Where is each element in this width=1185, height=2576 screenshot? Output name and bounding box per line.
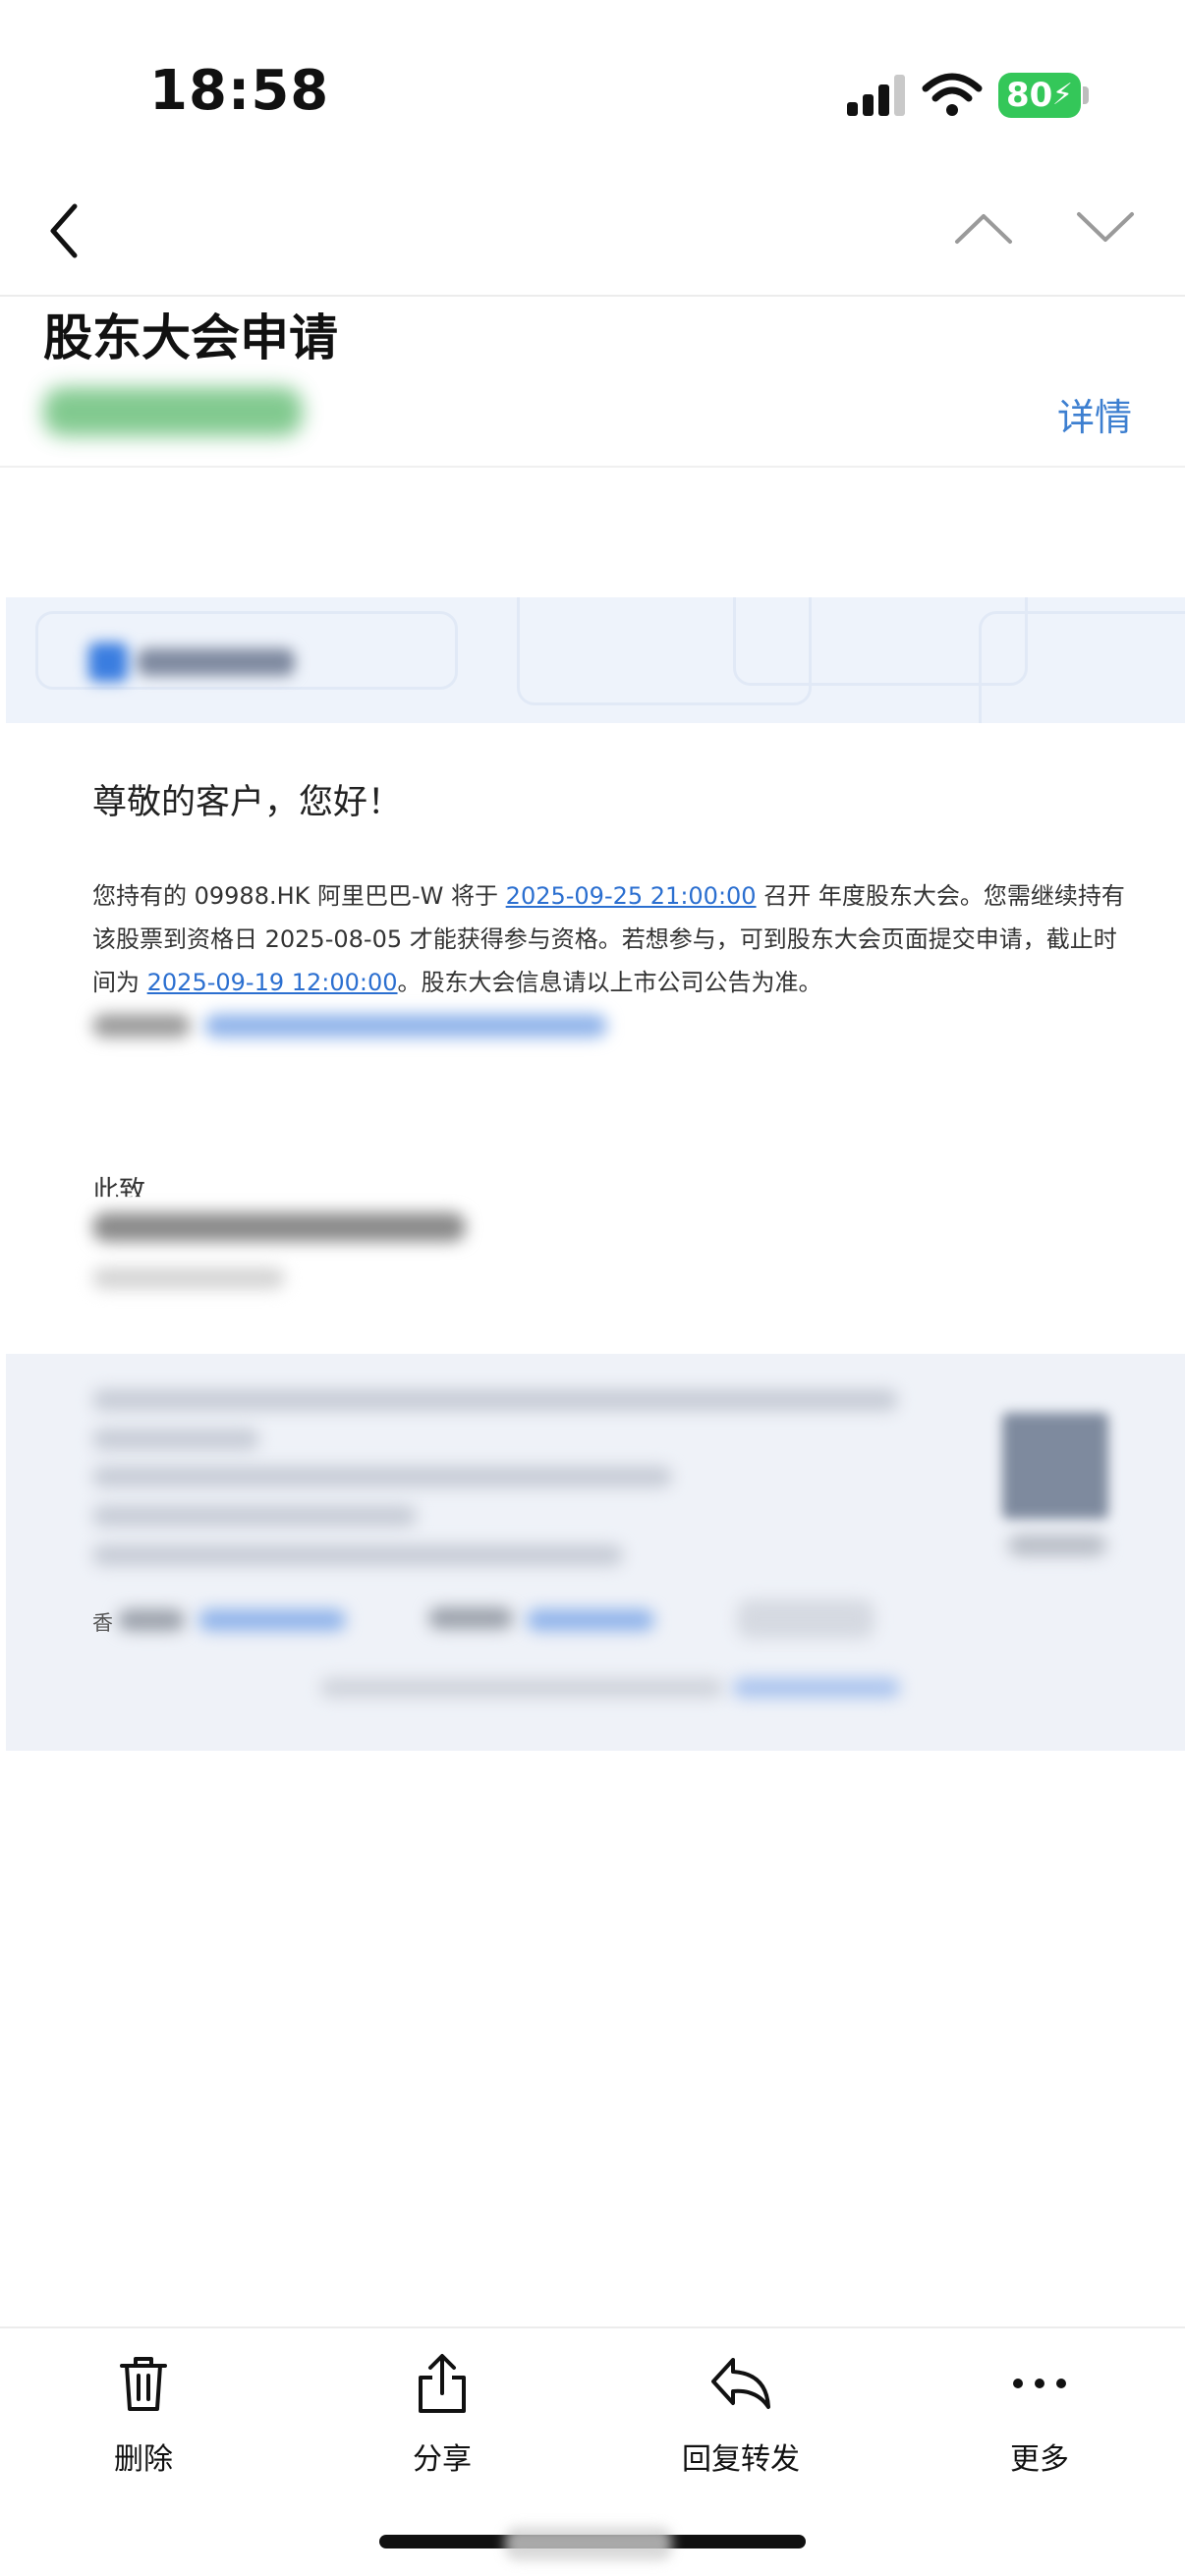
tab-label: 分享	[413, 2442, 472, 2477]
meeting-time-link[interactable]: 2025-09-25 21:00:00	[506, 882, 757, 910]
battery-cap	[1083, 86, 1089, 104]
redacted-phone-label	[428, 1607, 513, 1629]
deadline-link[interactable]: 2025-09-19 12:00:00	[147, 969, 398, 996]
cellular-signal-icon	[847, 73, 906, 116]
delete-button[interactable]: 删除	[45, 2352, 242, 2480]
redacted-date	[92, 1267, 285, 1289]
battery-charging-icon: ⚡	[1051, 78, 1073, 112]
tab-bar-divider	[0, 2326, 1185, 2328]
more-button[interactable]: 更多	[941, 2352, 1138, 2480]
sender-name-redacted[interactable]	[43, 387, 303, 436]
back-button[interactable]	[35, 196, 94, 265]
previous-mail-button[interactable]	[949, 206, 1018, 250]
redacted-footer-line	[92, 1428, 259, 1450]
tab-label: 更多	[1010, 2442, 1069, 2477]
brand-logo-redacted	[88, 641, 305, 684]
mail-banner	[6, 597, 1185, 723]
reply-forward-button[interactable]: 回复转发	[643, 2352, 839, 2480]
status-time: 18:58	[149, 59, 330, 123]
header-divider	[0, 466, 1185, 468]
watermark-redacted	[505, 2527, 672, 2560]
mail-body-paragraph: 您持有的 09988.HK 阿里巴巴-W 将于 2025-09-25 21:00…	[92, 874, 1134, 1004]
tab-label: 删除	[114, 2442, 173, 2477]
reply-icon	[711, 2358, 770, 2409]
redacted-phone-link[interactable]	[198, 1609, 346, 1631]
mail-greeting: 尊敬的客户，您好！	[92, 783, 403, 822]
redacted-button[interactable]	[737, 1599, 875, 1639]
redacted-link[interactable]	[204, 1014, 607, 1037]
share-button[interactable]: 分享	[344, 2352, 540, 2480]
qr-code-redacted	[1002, 1413, 1108, 1519]
battery-level: 80	[1006, 76, 1053, 115]
redacted-footer-line	[92, 1544, 623, 1566]
redacted-footer-line	[92, 1389, 898, 1411]
redacted-label	[92, 1014, 191, 1037]
mail-content: 尊敬的客户，您好！ 您持有的 09988.HK 阿里巴巴-W 将于 2025-0…	[6, 597, 1185, 1751]
redacted-footer-line	[92, 1505, 417, 1527]
nav-divider	[0, 295, 1185, 297]
redacted-footer-line	[92, 1466, 672, 1487]
mail-subject: 股东大会申请	[43, 309, 338, 366]
trash-icon	[120, 2357, 167, 2411]
battery-indicator: 80 ⚡	[998, 73, 1081, 118]
next-mail-button[interactable]	[1071, 206, 1140, 250]
redacted-disclaimer-link[interactable]	[733, 1678, 900, 1698]
wifi-icon	[922, 73, 983, 116]
more-icon	[1013, 2379, 1066, 2388]
body-text-1: 您持有的 09988.HK 阿里巴巴-W 将于	[92, 882, 506, 910]
redacted-disclaimer	[320, 1678, 723, 1698]
body-text-3: 。股东大会信息请以上市公司公告为准。	[397, 969, 822, 996]
redacted-signature	[92, 1212, 466, 1242]
redacted-phone-link[interactable]	[527, 1609, 654, 1631]
footer-visible-text: 香	[92, 1611, 113, 1635]
detail-link[interactable]: 详情	[1057, 387, 1132, 441]
tab-label: 回复转发	[682, 2442, 800, 2477]
share-icon	[419, 2354, 466, 2413]
mail-closing: 此致	[92, 1176, 145, 1206]
redacted-qr-caption	[1008, 1535, 1106, 1556]
redacted-phone-label	[118, 1609, 185, 1631]
mail-footer: 香	[6, 1354, 1185, 1751]
